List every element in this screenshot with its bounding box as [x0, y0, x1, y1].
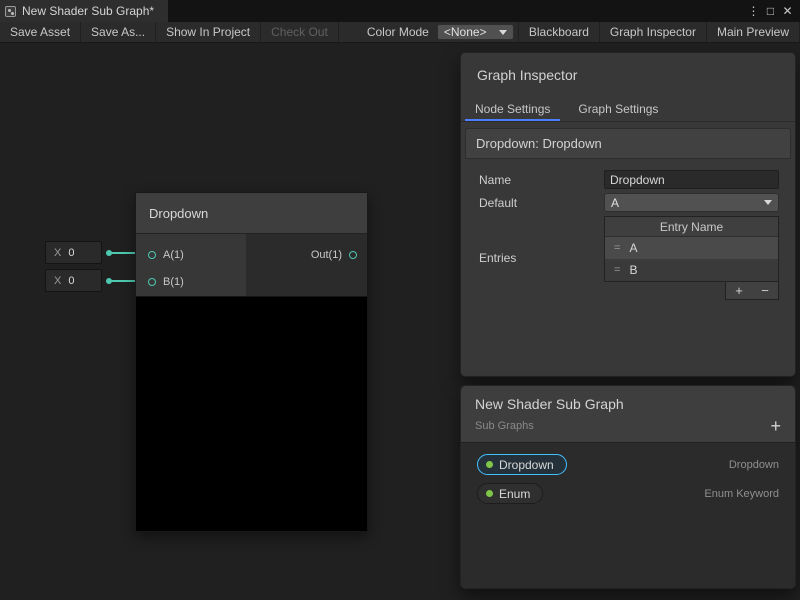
axis-label: X: [46, 247, 68, 259]
add-property-button[interactable]: +: [770, 417, 781, 435]
blackboard-toggle-button[interactable]: Blackboard: [518, 22, 600, 42]
input-b-value-field[interactable]: X 0: [45, 269, 102, 292]
input-port-row-a: A(1): [136, 241, 246, 268]
input-a-label: A(1): [163, 249, 184, 261]
property-type: Dropdown: [729, 459, 779, 471]
input-b-label: B(1): [163, 276, 184, 288]
property-type: Enum Keyword: [704, 488, 779, 500]
port-a-icon[interactable]: [148, 251, 156, 259]
entry-name: B: [629, 263, 637, 277]
axis-value: 0: [68, 247, 74, 259]
default-label: Default: [479, 196, 604, 210]
port-b-icon[interactable]: [148, 278, 156, 286]
shader-graph-window: New Shader Sub Graph* ⋮ □ ✕ Save Asset S…: [0, 0, 800, 600]
blackboard-row: Enum Enum Keyword: [477, 482, 779, 505]
name-label: Name: [479, 173, 604, 187]
entries-list-header: Entry Name: [605, 217, 778, 237]
save-as-button[interactable]: Save As...: [81, 22, 156, 42]
node-output-ports: Out(1): [246, 234, 367, 296]
entries-label: Entries: [479, 251, 604, 265]
document-tab[interactable]: New Shader Sub Graph*: [0, 0, 168, 22]
graph-inspector-toggle-button[interactable]: Graph Inspector: [600, 22, 707, 42]
entries-list-wrap: Entry Name = A = B + −: [604, 216, 779, 300]
tab-graph-settings[interactable]: Graph Settings: [564, 96, 672, 121]
shader-graph-icon: [5, 6, 16, 17]
output-label: Out(1): [311, 249, 342, 261]
blackboard-items: Dropdown Dropdown Enum Enum Keyword: [461, 443, 795, 515]
show-in-project-button[interactable]: Show In Project: [156, 22, 261, 42]
close-icon[interactable]: ✕: [779, 0, 796, 22]
node-preview: [136, 296, 367, 531]
window-controls: ⋮ □ ✕: [745, 0, 800, 22]
axis-label: X: [46, 275, 68, 287]
entries-row: Entries Entry Name = A = B: [479, 216, 779, 300]
exposed-dot-icon: [486, 461, 493, 468]
port-out-icon[interactable]: [349, 251, 357, 259]
entry-item[interactable]: = A: [605, 237, 778, 259]
edge-start-dot: [106, 278, 112, 284]
entries-list: Entry Name = A = B: [604, 216, 779, 282]
entry-name: A: [629, 241, 637, 255]
inspector-tabs: Node Settings Graph Settings: [461, 96, 795, 122]
remove-entry-button[interactable]: −: [752, 282, 778, 299]
toolbar: Save Asset Save As... Show In Project Ch…: [0, 22, 800, 43]
dropdown-arrow-icon: [764, 200, 772, 205]
name-input[interactable]: [604, 170, 779, 189]
color-mode-value: <None>: [444, 25, 487, 39]
blackboard-row: Dropdown Dropdown: [477, 453, 779, 476]
maximize-icon[interactable]: □: [762, 0, 779, 22]
name-row: Name: [479, 170, 779, 189]
node-input-ports: A(1) B(1): [136, 234, 246, 296]
window-menu-icon[interactable]: ⋮: [745, 0, 762, 22]
dropdown-arrow-icon: [499, 30, 507, 35]
input-port-row-b: B(1): [136, 268, 246, 295]
blackboard-header: New Shader Sub Graph Sub Graphs +: [461, 386, 795, 443]
color-mode-label: Color Mode: [339, 22, 437, 42]
color-mode-dropdown[interactable]: <None>: [437, 24, 514, 40]
save-asset-button[interactable]: Save Asset: [0, 22, 81, 42]
axis-value: 0: [68, 275, 74, 287]
add-entry-button[interactable]: +: [726, 282, 752, 299]
node-title: Dropdown: [149, 206, 208, 221]
default-dropdown[interactable]: A: [604, 193, 779, 212]
tab-title: New Shader Sub Graph*: [22, 4, 154, 18]
input-a-value-field[interactable]: X 0: [45, 241, 102, 264]
default-row: Default A: [479, 193, 779, 212]
blackboard-title: New Shader Sub Graph: [475, 396, 781, 412]
blackboard-subtitle: Sub Graphs: [475, 420, 781, 432]
node-body: A(1) B(1) Out(1): [136, 234, 367, 296]
tab-node-settings[interactable]: Node Settings: [461, 96, 564, 121]
graph-inspector-panel: Graph Inspector Node Settings Graph Sett…: [460, 52, 796, 377]
node-title-bar[interactable]: Dropdown: [136, 193, 367, 234]
entry-item[interactable]: = B: [605, 259, 778, 281]
edge-start-dot: [106, 250, 112, 256]
check-out-button[interactable]: Check Out: [261, 22, 339, 42]
entries-list-footer: + −: [604, 282, 779, 300]
drag-handle-icon[interactable]: =: [614, 242, 620, 254]
inspector-title: Graph Inspector: [461, 53, 795, 96]
node-settings-section-title: Dropdown: Dropdown: [465, 128, 791, 159]
property-pill-enum[interactable]: Enum: [477, 483, 543, 504]
property-pill-dropdown[interactable]: Dropdown: [477, 454, 567, 475]
main-preview-toggle-button[interactable]: Main Preview: [707, 22, 800, 42]
property-name: Dropdown: [499, 458, 554, 472]
default-value: A: [611, 196, 619, 210]
node-settings-form: Name Default A Entries Entry Name =: [461, 159, 795, 300]
property-name: Enum: [499, 487, 530, 501]
titlebar: New Shader Sub Graph* ⋮ □ ✕: [0, 0, 800, 22]
exposed-dot-icon: [486, 490, 493, 497]
output-port-row: Out(1): [311, 241, 357, 268]
blackboard-panel: New Shader Sub Graph Sub Graphs + Dropdo…: [460, 385, 796, 589]
add-remove-box: + −: [725, 282, 779, 300]
dropdown-node[interactable]: Dropdown A(1) B(1) Out(1): [135, 192, 368, 532]
drag-handle-icon[interactable]: =: [614, 264, 620, 276]
